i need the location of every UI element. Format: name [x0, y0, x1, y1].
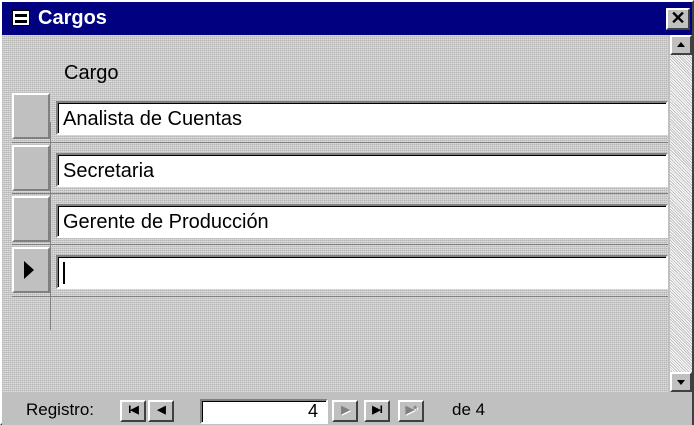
next-record-button[interactable]: ▶: [332, 400, 358, 422]
scroll-up-button[interactable]: [670, 35, 692, 55]
record-row-new[interactable]: [12, 247, 668, 295]
close-button[interactable]: ✕: [666, 8, 690, 30]
form-body: Cargo Analista de Cuentas Secretaria Ger…: [2, 35, 668, 392]
cargo-field[interactable]: Secretaria: [56, 153, 668, 187]
title-bar[interactable]: Cargos ✕: [2, 2, 692, 35]
text-caret: [63, 262, 65, 284]
last-record-button[interactable]: ▶I: [364, 400, 390, 422]
row-divider: [12, 244, 668, 245]
cargo-field-new[interactable]: [56, 255, 668, 289]
current-record-pointer-icon: [24, 261, 34, 279]
record-row[interactable]: Analista de Cuentas: [12, 93, 668, 141]
record-navigation-bar: Registro: I◀ ◀ 4 ▶ ▶I ▶* de 4: [2, 392, 692, 425]
cargo-field[interactable]: Analista de Cuentas: [56, 101, 668, 135]
previous-record-button[interactable]: ◀: [148, 400, 174, 422]
record-row[interactable]: Secretaria: [12, 145, 668, 193]
window-title: Cargos: [38, 7, 107, 29]
scroll-down-button[interactable]: [670, 372, 692, 392]
record-selector[interactable]: [12, 93, 50, 139]
row-divider: [12, 193, 668, 194]
record-total: de 4: [452, 400, 486, 419]
arrow-up-icon: [677, 42, 685, 47]
form-icon: [12, 10, 30, 26]
column-header-cargo: Cargo: [64, 62, 119, 84]
row-divider: [12, 296, 668, 297]
record-selector-current[interactable]: [12, 247, 50, 293]
current-record-field[interactable]: 4: [200, 399, 328, 424]
form-window: Cargos ✕ Cargo Analista de Cuentas Secre…: [0, 0, 694, 425]
record-selector[interactable]: [12, 145, 50, 191]
arrow-down-icon: [677, 380, 685, 385]
record-selector[interactable]: [12, 196, 50, 242]
cargo-field[interactable]: Gerente de Producción: [56, 204, 668, 238]
record-label: Registro:: [26, 400, 95, 419]
first-record-button[interactable]: I◀: [120, 400, 146, 422]
record-row[interactable]: Gerente de Producción: [12, 196, 668, 244]
vertical-scrollbar[interactable]: [670, 35, 692, 392]
cargo-value: Secretaria: [63, 160, 155, 182]
cargo-value: Gerente de Producción: [63, 211, 269, 233]
new-record-button[interactable]: ▶*: [398, 400, 424, 422]
cargo-value: Analista de Cuentas: [63, 108, 243, 130]
row-divider: [12, 142, 668, 143]
